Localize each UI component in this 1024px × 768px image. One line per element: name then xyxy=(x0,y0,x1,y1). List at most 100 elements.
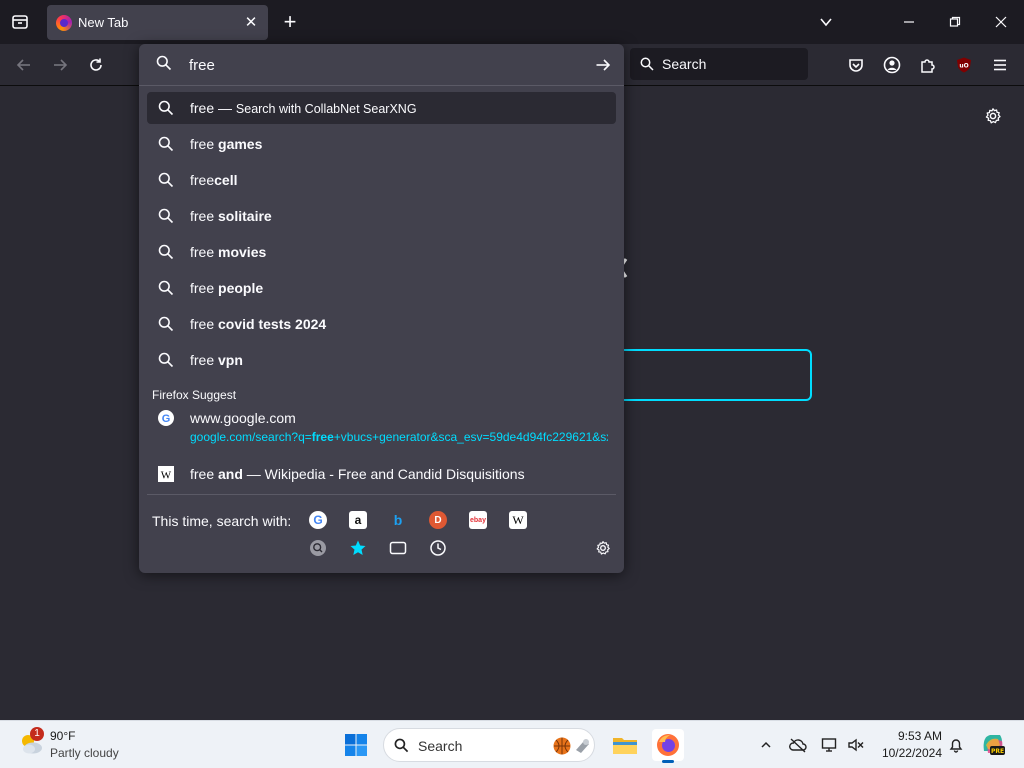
start-button[interactable] xyxy=(344,733,368,757)
forward-button[interactable] xyxy=(49,54,71,76)
app-menu-button[interactable] xyxy=(989,54,1011,76)
search-icon xyxy=(158,172,174,188)
bing-engine-button[interactable]: b xyxy=(389,511,407,529)
restore-button[interactable] xyxy=(945,12,965,32)
firefox-view-button[interactable] xyxy=(8,10,32,34)
heuristic-search-row[interactable]: free — Search with CollabNet SearXNG xyxy=(147,92,616,124)
account-icon xyxy=(883,56,901,74)
result-title: www.google.com xyxy=(190,410,296,426)
firefox-logo-icon xyxy=(56,14,72,31)
searxng-icon xyxy=(310,540,326,556)
wikipedia-icon: W xyxy=(512,512,524,527)
amazon-engine-button[interactable]: a xyxy=(349,511,367,529)
show-hidden-icons-button[interactable] xyxy=(756,735,776,755)
search-suggestion-row[interactable]: free people xyxy=(147,272,616,304)
search-settings-button[interactable] xyxy=(593,538,613,558)
copilot-icon: PRE xyxy=(983,735,1005,755)
tabs-search-button[interactable] xyxy=(388,538,408,558)
bookmarks-search-button[interactable] xyxy=(348,538,368,558)
weather-temperature: 90°F xyxy=(50,729,76,743)
svg-text:W: W xyxy=(161,470,172,482)
suggestion-text: freecell xyxy=(190,172,238,188)
wikipedia-result[interactable]: W free and — Wikipedia - Free and Candid… xyxy=(147,458,616,490)
chevron-up-icon xyxy=(761,741,771,748)
one-off-search-label: This time, search with: xyxy=(152,513,292,529)
searxng-engine-button[interactable] xyxy=(308,538,328,558)
search-icon xyxy=(156,55,172,71)
extensions-button[interactable] xyxy=(917,54,939,76)
notification-badge: 1 xyxy=(30,727,44,741)
search-suggestion-row[interactable]: free movies xyxy=(147,236,616,268)
reload-button[interactable] xyxy=(85,54,107,76)
network-button[interactable] xyxy=(820,735,840,755)
search-icon xyxy=(158,280,174,296)
close-window-button[interactable] xyxy=(991,12,1011,32)
ublock-origin-button[interactable]: uO xyxy=(953,54,975,76)
taskbar-search[interactable]: Search xyxy=(383,728,595,762)
search-suggestion-row[interactable]: free solitaire xyxy=(147,200,616,232)
ebay-icon: ebay xyxy=(470,516,486,524)
history-search-button[interactable] xyxy=(428,538,448,558)
svg-text:G: G xyxy=(162,413,171,425)
address-bar xyxy=(139,44,624,86)
google-icon: G xyxy=(313,513,323,527)
suggestion-text: free vpn xyxy=(190,352,243,368)
search-icon xyxy=(158,244,174,260)
address-input[interactable] xyxy=(189,53,569,77)
weather-widget[interactable]: 1 90°F Partly cloudy xyxy=(0,721,130,768)
file-explorer-button[interactable] xyxy=(609,729,641,761)
hamburger-menu-icon xyxy=(994,59,1006,71)
firefox-view-icon xyxy=(12,15,28,29)
ublock-shield-icon: uO xyxy=(957,57,971,73)
search-suggestion-row[interactable]: free vpn xyxy=(147,344,616,376)
search-suggestion-row[interactable]: free covid tests 2024 xyxy=(147,308,616,340)
monitor-icon xyxy=(821,738,837,752)
account-button[interactable] xyxy=(881,54,903,76)
search-icon xyxy=(158,100,174,116)
minimize-icon xyxy=(904,21,914,23)
ebay-engine-button[interactable]: ebay xyxy=(469,511,487,529)
go-button[interactable] xyxy=(592,54,614,76)
search-suggestion-row[interactable]: free games xyxy=(147,128,616,160)
search-icon xyxy=(394,738,409,753)
firefox-logo-icon xyxy=(657,734,679,756)
suggestion-text: free games xyxy=(190,136,263,152)
pocket-icon xyxy=(849,59,863,72)
search-icon xyxy=(158,316,174,332)
tab-strip: New Tab ✕ + xyxy=(0,0,1024,44)
onedrive-button[interactable] xyxy=(788,735,808,755)
duckduckgo-engine-button[interactable]: D xyxy=(429,511,447,529)
back-button[interactable] xyxy=(13,54,35,76)
puzzle-icon xyxy=(921,59,935,73)
result-url: google.com/search?q=free+vbucs+generator… xyxy=(190,430,608,444)
tab-new-tab[interactable]: New Tab ✕ xyxy=(47,5,268,40)
new-tab-button[interactable]: + xyxy=(280,11,300,33)
search-icon xyxy=(158,136,174,152)
google-engine-button[interactable]: G xyxy=(309,511,327,529)
pocket-button[interactable] xyxy=(845,54,867,76)
wikipedia-icon: W xyxy=(158,466,174,482)
suggestion-text: free solitaire xyxy=(190,208,272,224)
suggestion-text: free movies xyxy=(190,244,267,260)
search-suggestion-row[interactable]: freecell xyxy=(147,164,616,196)
firefox-taskbar-button[interactable] xyxy=(652,729,684,763)
list-all-tabs-button[interactable] xyxy=(816,12,836,32)
clock-time: 9:53 AM xyxy=(897,729,942,743)
wikipedia-engine-button[interactable]: W xyxy=(509,511,527,529)
notifications-button[interactable] xyxy=(946,735,966,755)
copilot-button[interactable]: PRE xyxy=(980,731,1006,757)
suggestion-text: free people xyxy=(190,280,264,296)
search-icon xyxy=(640,57,654,71)
search-bar-placeholder: Search xyxy=(662,56,707,72)
minimize-button[interactable] xyxy=(899,12,919,32)
close-tab-icon[interactable]: ✕ xyxy=(242,14,260,32)
gear-icon xyxy=(596,541,610,555)
folder-icon xyxy=(613,738,637,754)
google-history-result[interactable]: G www.google.com google.com/search?q=fre… xyxy=(147,404,616,448)
personalize-new-tab-button[interactable] xyxy=(982,105,1004,127)
volume-button[interactable] xyxy=(846,735,866,755)
amazon-icon: a xyxy=(354,513,362,527)
search-bar[interactable]: Search xyxy=(630,48,808,80)
new-tab-search-box[interactable] xyxy=(610,349,812,401)
address-bar-dropdown: free — Search with CollabNet SearXNG fre… xyxy=(139,44,624,573)
